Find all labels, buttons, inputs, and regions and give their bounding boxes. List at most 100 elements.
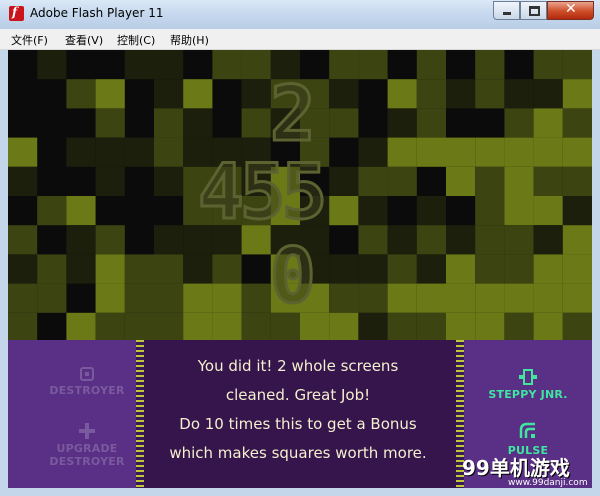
grid-tile[interactable]: [66, 254, 96, 284]
grid-tile[interactable]: [95, 225, 125, 255]
grid-tile[interactable]: [416, 312, 446, 340]
grid-tile[interactable]: [183, 79, 213, 109]
grid-tile[interactable]: [154, 254, 184, 284]
grid-tile[interactable]: [416, 283, 446, 313]
grid-tile[interactable]: [533, 312, 563, 340]
grid-tile[interactable]: [475, 196, 505, 226]
grid-tile[interactable]: [387, 108, 417, 138]
grid-tile[interactable]: [154, 108, 184, 138]
grid-tile[interactable]: [95, 108, 125, 138]
grid-tile[interactable]: [533, 137, 563, 167]
grid-tile[interactable]: [416, 225, 446, 255]
grid-tile[interactable]: [475, 283, 505, 313]
grid-tile[interactable]: [95, 79, 125, 109]
grid-tile[interactable]: [504, 283, 534, 313]
grid-tile[interactable]: [446, 79, 476, 109]
grid-tile[interactable]: [95, 283, 125, 313]
grid-tile[interactable]: [329, 166, 359, 196]
grid-tile[interactable]: [475, 254, 505, 284]
menu-view[interactable]: 查看(V): [65, 32, 103, 48]
grid-tile[interactable]: [416, 137, 446, 167]
grid-tile[interactable]: [533, 254, 563, 284]
grid-tile[interactable]: [562, 108, 592, 138]
ability-steppy-jnr[interactable]: STEPPY JNR.: [478, 368, 578, 401]
grid-tile[interactable]: [8, 225, 38, 255]
grid-tile[interactable]: [387, 254, 417, 284]
grid-tile[interactable]: [154, 79, 184, 109]
grid-tile[interactable]: [562, 50, 592, 80]
grid-tile[interactable]: [387, 225, 417, 255]
maximize-button[interactable]: [520, 1, 547, 20]
grid-tile[interactable]: [154, 137, 184, 167]
grid-tile[interactable]: [504, 312, 534, 340]
grid-tile[interactable]: [329, 79, 359, 109]
grid-tile[interactable]: [533, 196, 563, 226]
grid-tile[interactable]: [562, 283, 592, 313]
grid-tile[interactable]: [533, 50, 563, 80]
grid-tile[interactable]: [387, 312, 417, 340]
grid-tile[interactable]: [154, 50, 184, 80]
grid-tile[interactable]: [95, 166, 125, 196]
grid-tile[interactable]: [183, 254, 213, 284]
grid-tile[interactable]: [504, 108, 534, 138]
grid-tile[interactable]: [66, 196, 96, 226]
grid-tile[interactable]: [329, 196, 359, 226]
grid-tile[interactable]: [358, 283, 388, 313]
grid-tile[interactable]: [562, 166, 592, 196]
grid-tile[interactable]: [475, 312, 505, 340]
grid-tile[interactable]: [416, 108, 446, 138]
grid-tile[interactable]: [446, 166, 476, 196]
grid-tile[interactable]: [66, 79, 96, 109]
grid-tile[interactable]: [183, 108, 213, 138]
grid-tile[interactable]: [37, 50, 67, 80]
grid-tile[interactable]: [124, 137, 154, 167]
grid-tile[interactable]: [446, 225, 476, 255]
grid-tile[interactable]: [241, 108, 271, 138]
ability-destroyer[interactable]: DESTROYER: [42, 366, 132, 397]
grid-tile[interactable]: [504, 137, 534, 167]
grid-tile[interactable]: [37, 254, 67, 284]
grid-tile[interactable]: [329, 312, 359, 340]
game-canvas[interactable]: 2 455 0 You did it! 2 whole screens clea…: [8, 50, 592, 488]
menu-control[interactable]: 控制(C): [117, 32, 155, 48]
grid-tile[interactable]: [562, 137, 592, 167]
grid-tile[interactable]: [387, 79, 417, 109]
grid-tile[interactable]: [387, 166, 417, 196]
grid-tile[interactable]: [95, 137, 125, 167]
grid-tile[interactable]: [154, 283, 184, 313]
grid-tile[interactable]: [504, 166, 534, 196]
grid-tile[interactable]: [446, 312, 476, 340]
grid-tile[interactable]: [241, 312, 271, 340]
grid-tile[interactable]: [241, 50, 271, 80]
grid-tile[interactable]: [66, 312, 96, 340]
grid-tile[interactable]: [533, 108, 563, 138]
grid-tile[interactable]: [66, 225, 96, 255]
grid-tile[interactable]: [358, 196, 388, 226]
grid-tile[interactable]: [562, 79, 592, 109]
grid-tile[interactable]: [475, 79, 505, 109]
grid-tile[interactable]: [446, 137, 476, 167]
menu-help[interactable]: 帮助(H): [170, 32, 209, 48]
grid-tile[interactable]: [475, 137, 505, 167]
grid-tile[interactable]: [124, 283, 154, 313]
grid-tile[interactable]: [212, 283, 242, 313]
grid-tile[interactable]: [504, 254, 534, 284]
grid-tile[interactable]: [416, 50, 446, 80]
grid-tile[interactable]: [475, 166, 505, 196]
grid-tile[interactable]: [358, 166, 388, 196]
grid-tile[interactable]: [562, 312, 592, 340]
grid-tile[interactable]: [8, 283, 38, 313]
grid-tile[interactable]: [562, 254, 592, 284]
grid-tile[interactable]: [8, 312, 38, 340]
grid-tile[interactable]: [183, 312, 213, 340]
grid-tile[interactable]: [416, 79, 446, 109]
grid-tile[interactable]: [212, 254, 242, 284]
grid-tile[interactable]: [37, 283, 67, 313]
grid-tile[interactable]: [329, 108, 359, 138]
grid-tile[interactable]: [212, 312, 242, 340]
grid-tile[interactable]: [562, 225, 592, 255]
grid-tile[interactable]: [66, 137, 96, 167]
grid-tile[interactable]: [533, 166, 563, 196]
grid-tile[interactable]: [124, 50, 154, 80]
grid-tile[interactable]: [504, 79, 534, 109]
